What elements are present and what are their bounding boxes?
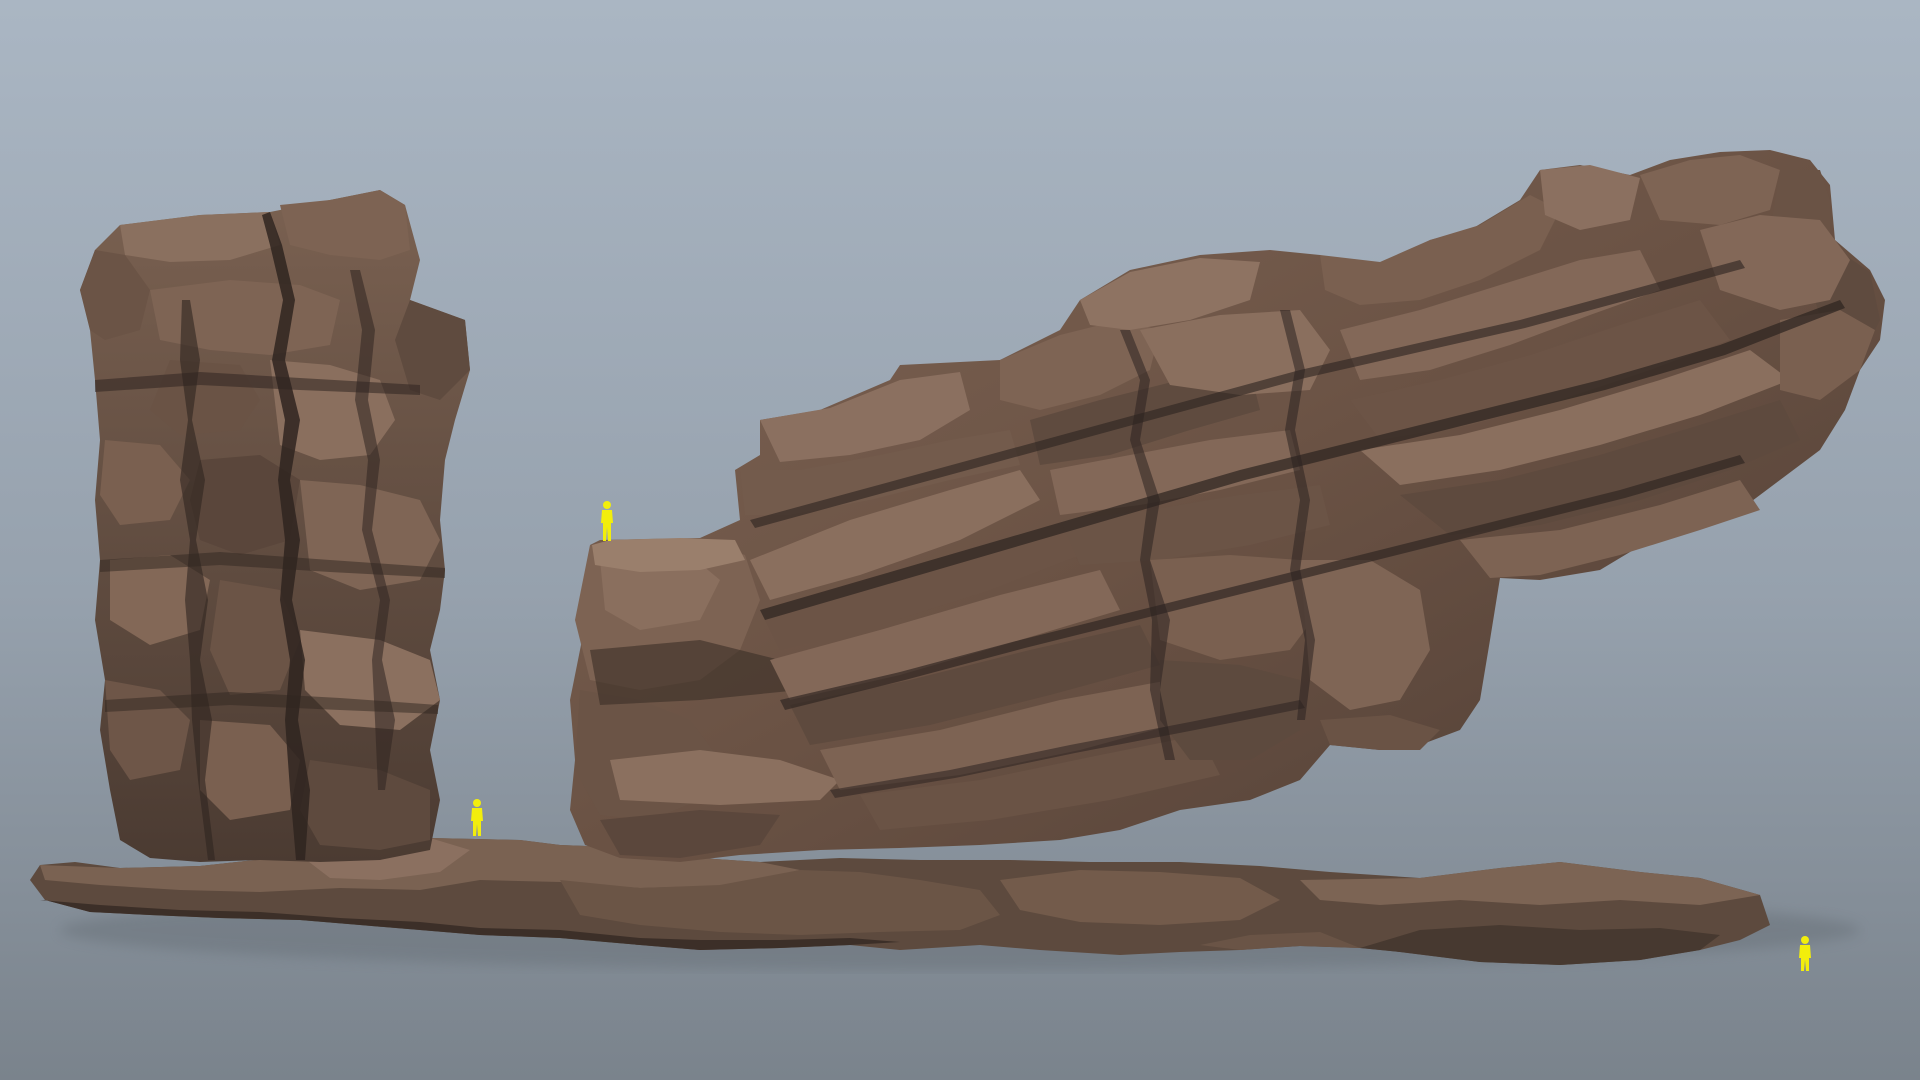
rock-scene (0, 0, 1920, 1080)
rock-pillar-left (80, 190, 470, 862)
render-viewport (0, 0, 1920, 1080)
